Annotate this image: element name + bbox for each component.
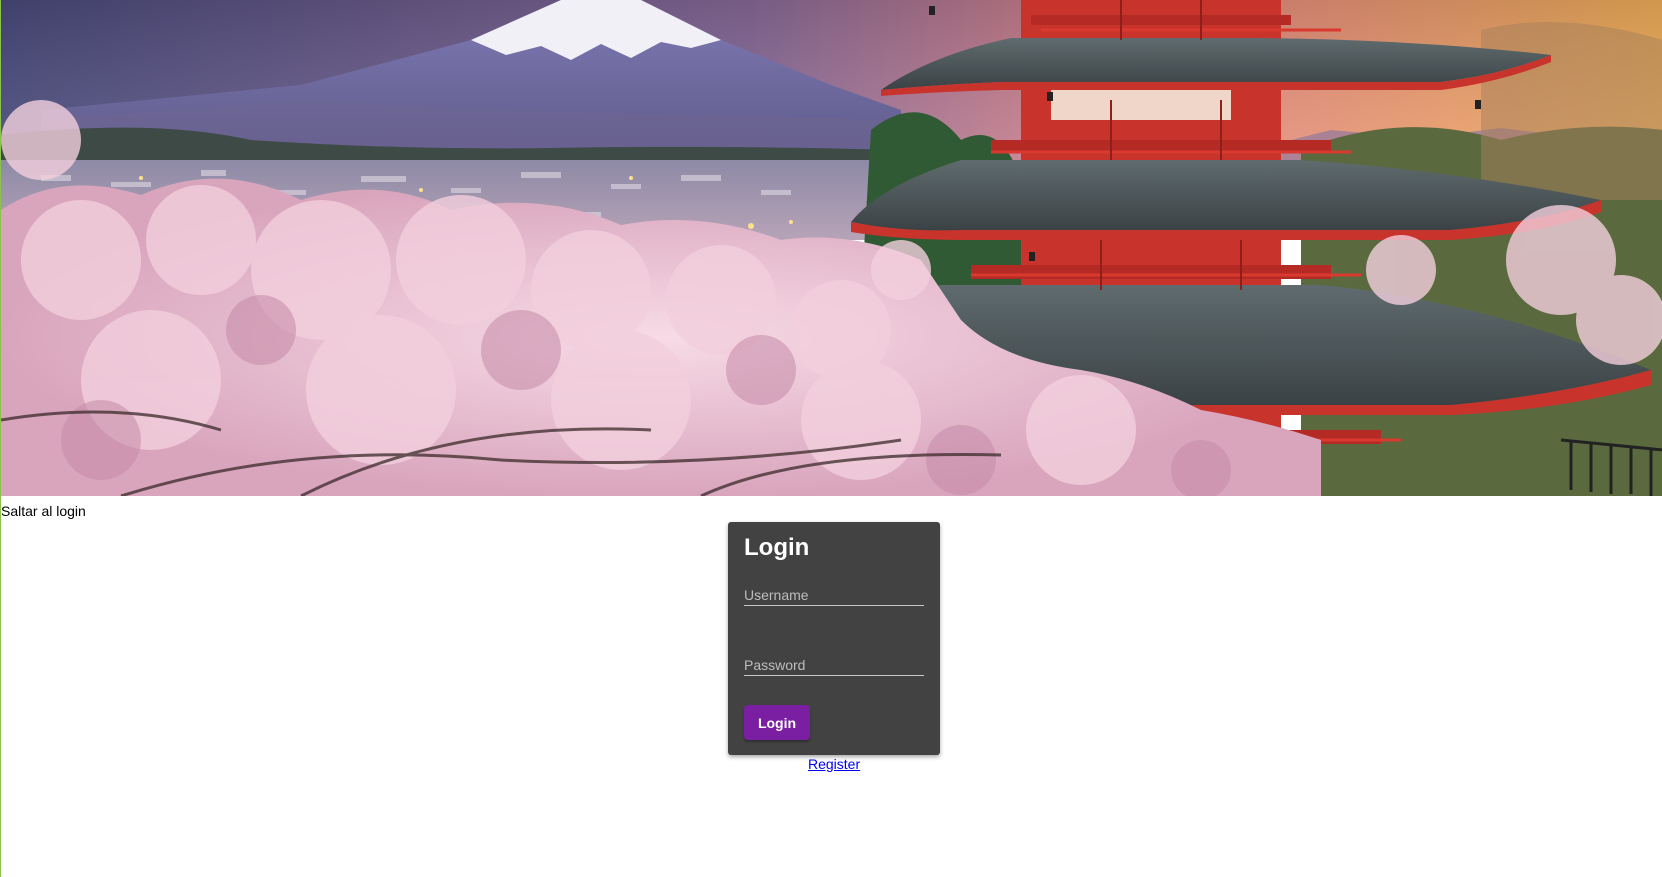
hero-banner (1, 0, 1662, 496)
register-link[interactable]: Register (808, 756, 860, 772)
login-card: Login Login (728, 522, 940, 755)
username-field (744, 576, 924, 606)
login-button[interactable]: Login (744, 705, 810, 740)
password-input[interactable] (744, 657, 924, 673)
hero-image (1, 0, 1662, 496)
skip-to-login-link[interactable]: Saltar al login (1, 503, 86, 519)
page: Saltar al login Login Login Register (0, 0, 1662, 877)
password-field (744, 646, 924, 676)
login-title: Login (744, 534, 810, 561)
username-input[interactable] (744, 587, 924, 603)
